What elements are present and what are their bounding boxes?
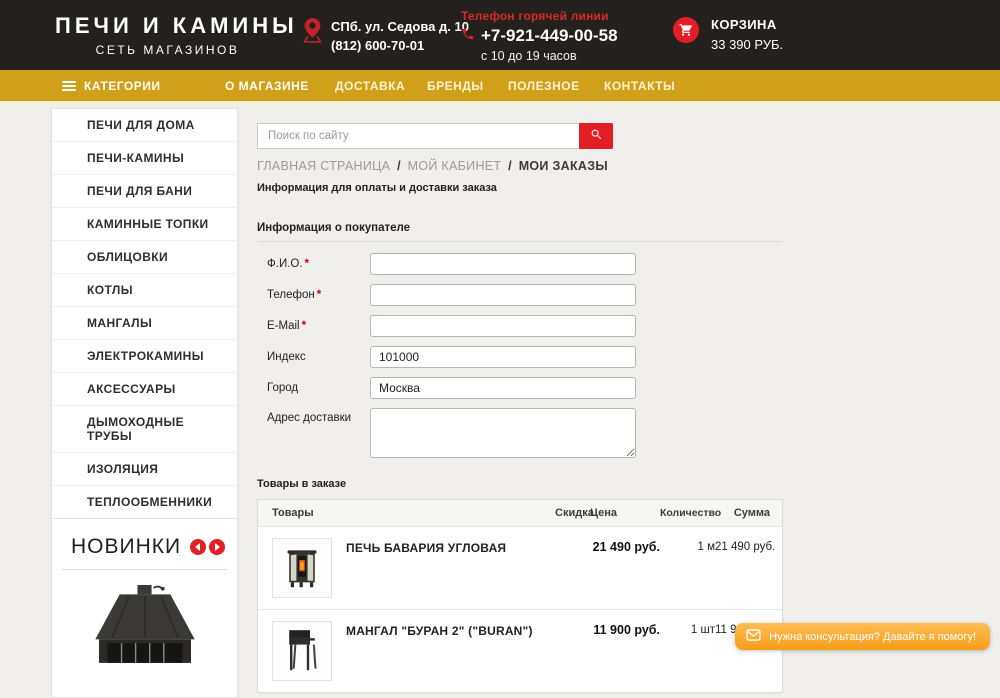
address-line2: (812) 600-70-01: [331, 36, 469, 55]
form-row-zip: Индекс: [257, 346, 783, 368]
product-quantity: 1 шт: [660, 621, 715, 636]
nav-item-about[interactable]: О МАГАЗИНЕ: [225, 70, 309, 101]
form-row-fio: Ф.И.О.*: [257, 253, 783, 275]
breadcrumb-current: МОИ ЗАКАЗЫ: [519, 159, 608, 173]
novelties-widget: НОВИНКИ: [51, 518, 238, 698]
table-row: ПЕЧЬ БАВАРИЯ УГЛОВАЯ 21 490 руб. 1 м 21 …: [258, 527, 782, 609]
sidebar-item-pechi-dlya-bani[interactable]: ПЕЧИ ДЛЯ БАНИ: [52, 174, 237, 207]
sidebar-item-mangaly[interactable]: МАНГАЛЫ: [52, 306, 237, 339]
sidebar-item-kaminnye-topki[interactable]: КАМИННЫЕ ТОПКИ: [52, 207, 237, 240]
logo-subtitle: СЕТЬ МАГАЗИНОВ: [55, 43, 280, 57]
form-row-email: E-Mail*: [257, 315, 783, 337]
location-pin-icon: [303, 17, 322, 55]
zip-field[interactable]: [370, 346, 636, 368]
main-nav: КАТЕГОРИИ О МАГАЗИНЕ ДОСТАВКА БРЕНДЫ ПОЛ…: [0, 70, 1000, 104]
main-content: ГЛАВНАЯ СТРАНИЦА / МОЙ КАБИНЕТ / МОИ ЗАК…: [257, 123, 783, 693]
table-header-row: Товары Скидка Цена Количество Сумма: [258, 500, 782, 527]
product-image-stove[interactable]: [272, 538, 332, 598]
city-field[interactable]: [370, 377, 636, 399]
nav-item-categories[interactable]: КАТЕГОРИИ: [62, 70, 160, 101]
hotline-block: Телефон горячей линии +7-921-449-00-58 с…: [461, 9, 618, 63]
logo-title: ПЕЧИ И КАМИНЫ: [55, 13, 280, 39]
sidebar-item-dymohodnye-truby[interactable]: ДЫМОХОДНЫЕ ТРУБЫ: [52, 405, 237, 452]
product-price: 21 490 руб.: [590, 538, 660, 554]
column-header-price: Цена: [590, 507, 660, 519]
chat-widget[interactable]: Нужна консультация? Давайте я помогу!: [735, 623, 990, 650]
fio-label: Ф.И.О.*: [267, 258, 370, 270]
form-section-title: Информация о покупателе: [257, 222, 783, 242]
cart-icon: [673, 17, 699, 43]
next-arrow-button[interactable]: [209, 539, 225, 555]
hotline-phone-number: +7-921-449-00-58: [481, 26, 618, 46]
site-header: ПЕЧИ И КАМИНЫ СЕТЬ МАГАЗИНОВ СПб. ул. Се…: [0, 0, 1000, 70]
search-icon: [590, 128, 603, 144]
site-logo[interactable]: ПЕЧИ И КАМИНЫ СЕТЬ МАГАЗИНОВ: [55, 13, 280, 57]
breadcrumb-home[interactable]: ГЛАВНАЯ СТРАНИЦА: [257, 159, 390, 173]
hotline-hours: с 10 до 19 часов: [461, 49, 618, 63]
phone-label: Телефон*: [267, 289, 370, 301]
breadcrumb: ГЛАВНАЯ СТРАНИЦА / МОЙ КАБИНЕТ / МОИ ЗАК…: [257, 159, 783, 173]
sidebar-item-pechi-dlya-doma[interactable]: ПЕЧИ ДЛЯ ДОМА: [52, 109, 237, 141]
delivery-address-label: Адрес доставки: [267, 408, 370, 424]
arrow-left-icon: [195, 543, 200, 551]
product-price: 11 900 руб.: [590, 621, 660, 637]
sidebar-item-izolyaciya[interactable]: ИЗОЛЯЦИЯ: [52, 452, 237, 485]
page-info-line: Информация для оплаты и доставки заказа: [257, 182, 783, 194]
search-bar: [257, 123, 783, 149]
product-name[interactable]: ПЕЧЬ БАВАРИЯ УГЛОВАЯ: [346, 538, 506, 598]
arrow-right-icon: [215, 543, 220, 551]
hamburger-icon: [62, 81, 76, 91]
fio-field[interactable]: [370, 253, 636, 275]
city-label: Город: [267, 382, 370, 394]
product-sum: 21 490 руб.: [715, 538, 775, 553]
cart-label: КОРЗИНА: [711, 15, 783, 35]
customer-info-form: Информация о покупателе Ф.И.О.* Телефон*…: [257, 222, 783, 458]
email-label: E-Mail*: [267, 320, 370, 332]
form-row-city: Город: [257, 377, 783, 399]
cart-total: 33 390 РУБ.: [711, 35, 783, 55]
order-items-table: Товары Скидка Цена Количество Сумма: [257, 499, 783, 693]
novelty-product-image[interactable]: [84, 583, 206, 663]
column-header-quantity: Количество: [660, 507, 715, 519]
product-quantity: 1 м: [660, 538, 715, 553]
prev-arrow-button[interactable]: [190, 539, 206, 555]
novelties-title: НОВИНКИ: [71, 535, 181, 559]
email-field[interactable]: [370, 315, 636, 337]
phone-field[interactable]: [370, 284, 636, 306]
hotline-phone[interactable]: +7-921-449-00-58: [461, 26, 618, 46]
search-input[interactable]: [257, 123, 579, 149]
nav-item-brands[interactable]: БРЕНДЫ: [427, 70, 484, 101]
nav-item-delivery[interactable]: ДОСТАВКА: [335, 70, 405, 101]
breadcrumb-cabinet[interactable]: МОЙ КАБИНЕТ: [408, 159, 502, 173]
category-menu: ПЕЧИ ДЛЯ ДОМА ПЕЧИ-КАМИНЫ ПЕЧИ ДЛЯ БАНИ …: [51, 108, 238, 519]
table-row: МАНГАЛ "БУРАН 2" ("BURAN") 11 900 руб. 1…: [258, 609, 782, 692]
nav-item-contacts[interactable]: КОНТАКТЫ: [604, 70, 675, 101]
order-items-title: Товары в заказе: [257, 478, 783, 490]
store-address: СПб. ул. Седова д. 10 (812) 600-70-01: [303, 17, 469, 55]
form-row-address: Адрес доставки: [257, 408, 783, 458]
sidebar-item-kotly[interactable]: КОТЛЫ: [52, 273, 237, 306]
sidebar-item-elektrokaminy[interactable]: ЭЛЕКТРОКАМИНЫ: [52, 339, 237, 372]
cart-widget[interactable]: КОРЗИНА 33 390 РУБ.: [673, 15, 783, 55]
sidebar-item-oblicovki[interactable]: ОБЛИЦОВКИ: [52, 240, 237, 273]
hotline-title: Телефон горячей линии: [461, 9, 618, 23]
sidebar-item-teploobmenniki[interactable]: ТЕПЛООБМЕННИКИ: [52, 485, 237, 518]
column-header-products: Товары: [272, 507, 555, 519]
form-row-phone: Телефон*: [257, 284, 783, 306]
product-name[interactable]: МАНГАЛ "БУРАН 2" ("BURAN"): [346, 621, 533, 681]
sidebar-item-aksessuary[interactable]: АКСЕССУАРЫ: [52, 372, 237, 405]
column-header-discount: Скидка: [555, 507, 590, 519]
divider: [62, 569, 227, 570]
delivery-address-field[interactable]: [370, 408, 636, 458]
phone-icon: [461, 26, 475, 46]
search-button[interactable]: [579, 123, 613, 149]
sidebar-item-pechi-kaminy[interactable]: ПЕЧИ-КАМИНЫ: [52, 141, 237, 174]
column-header-sum: Сумма: [715, 507, 770, 519]
nav-item-useful[interactable]: ПОЛЕЗНОЕ: [508, 70, 580, 101]
chat-text: Нужна консультация? Давайте я помогу!: [769, 631, 976, 643]
chat-icon: [746, 629, 761, 644]
product-image-mangal[interactable]: [272, 621, 332, 681]
zip-label: Индекс: [267, 351, 370, 363]
address-line1: СПб. ул. Седова д. 10: [331, 17, 469, 36]
